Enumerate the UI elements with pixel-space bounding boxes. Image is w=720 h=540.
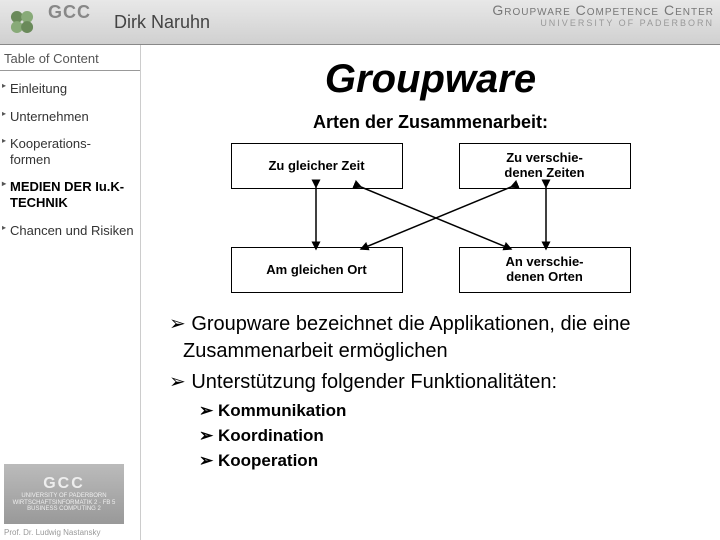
gcc-logo-text: GCC [48,2,91,23]
divider [0,70,140,71]
gcc-full-name: Groupware Competence Center [492,2,714,18]
sidebar-item-einleitung[interactable]: Einleitung [0,75,140,103]
box-same-place: Am gleichen Ort [231,247,403,293]
bullet-2: Unterstützung folgender Funktionalitäten… [183,369,700,396]
sidebar-item-kooperationsformen[interactable]: Kooperations- formen [0,130,140,173]
sub-bullet-1: Kommunikation [213,400,700,423]
gcc-logo-icon [0,0,44,44]
sidebar-item-chancen[interactable]: Chancen und Risiken [0,217,140,245]
box-diff-time: Zu verschie- denen Zeiten [459,143,631,189]
page-title: Groupware [161,57,700,102]
footer-logo-sub: UNIVERSITY OF PADERBORN WIRTSCHAFTSINFOR… [13,493,116,513]
sidebar: Table of Content Einleitung Unternehmen … [0,45,141,540]
sidebar-footer: GCC UNIVERSITY OF PADERBORN WIRTSCHAFTSI… [0,460,140,540]
sub-bullet-3: Kooperation [213,450,700,473]
footer-credit: Prof. Dr. Ludwig Nastansky [4,528,136,537]
subtitle: Arten der Zusammenarbeit: [161,112,700,133]
collaboration-matrix: Zu gleicher Zeit Zu verschie- denen Zeit… [221,143,641,293]
footer-logo-text: GCC [43,475,85,493]
main-content: Groupware Arten der Zusammenarbeit: Zu g… [141,45,720,540]
university-name: UNIVERSITY OF PADERBORN [492,18,714,28]
box-diff-place: An verschie- denen Orten [459,247,631,293]
sidebar-item-unternehmen[interactable]: Unternehmen [0,103,140,131]
sub-bullet-2: Koordination [213,425,700,448]
footer-logo-icon: GCC UNIVERSITY OF PADERBORN WIRTSCHAFTSI… [4,464,124,524]
bullet-1: Groupware bezeichnet die Applikationen, … [183,311,700,365]
header-bar: GCC Dirk Naruhn Groupware Competence Cen… [0,0,720,45]
sidebar-item-medien[interactable]: MEDIEN DER Iu.K-TECHNIK [0,173,140,216]
toc-heading: Table of Content [0,45,140,70]
header-right-logo: Groupware Competence Center UNIVERSITY O… [492,2,714,28]
author-name: Dirk Naruhn [114,12,210,33]
bullet-list: Groupware bezeichnet die Applikationen, … [169,311,700,473]
box-same-time: Zu gleicher Zeit [231,143,403,189]
